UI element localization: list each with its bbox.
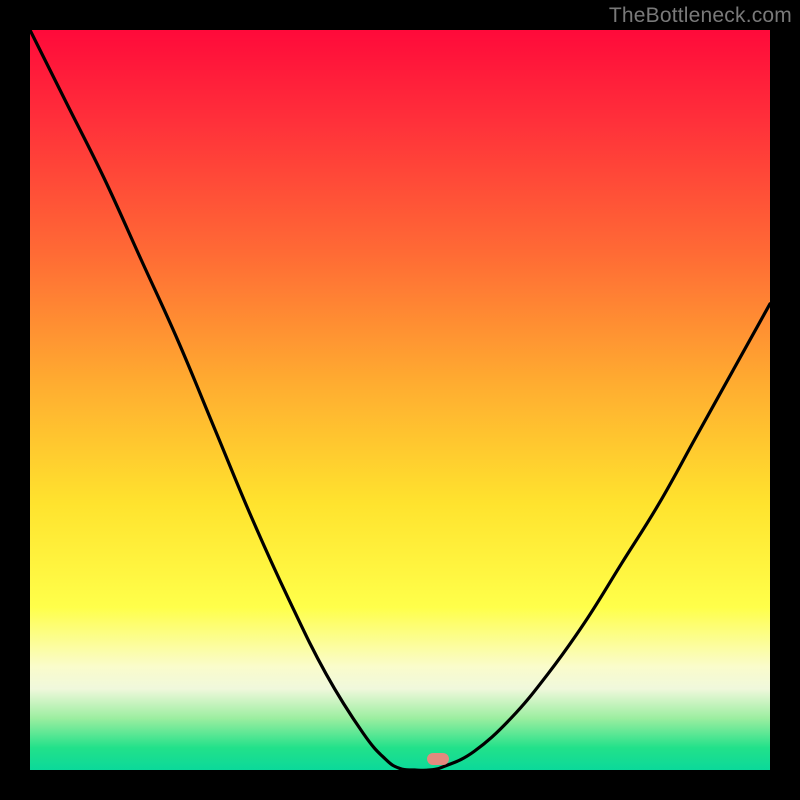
chart-frame: TheBottleneck.com [0, 0, 800, 800]
watermark-text: TheBottleneck.com [609, 4, 792, 28]
bottleneck-curve [30, 30, 770, 770]
minimum-marker [427, 753, 449, 765]
plot-area [30, 30, 770, 770]
